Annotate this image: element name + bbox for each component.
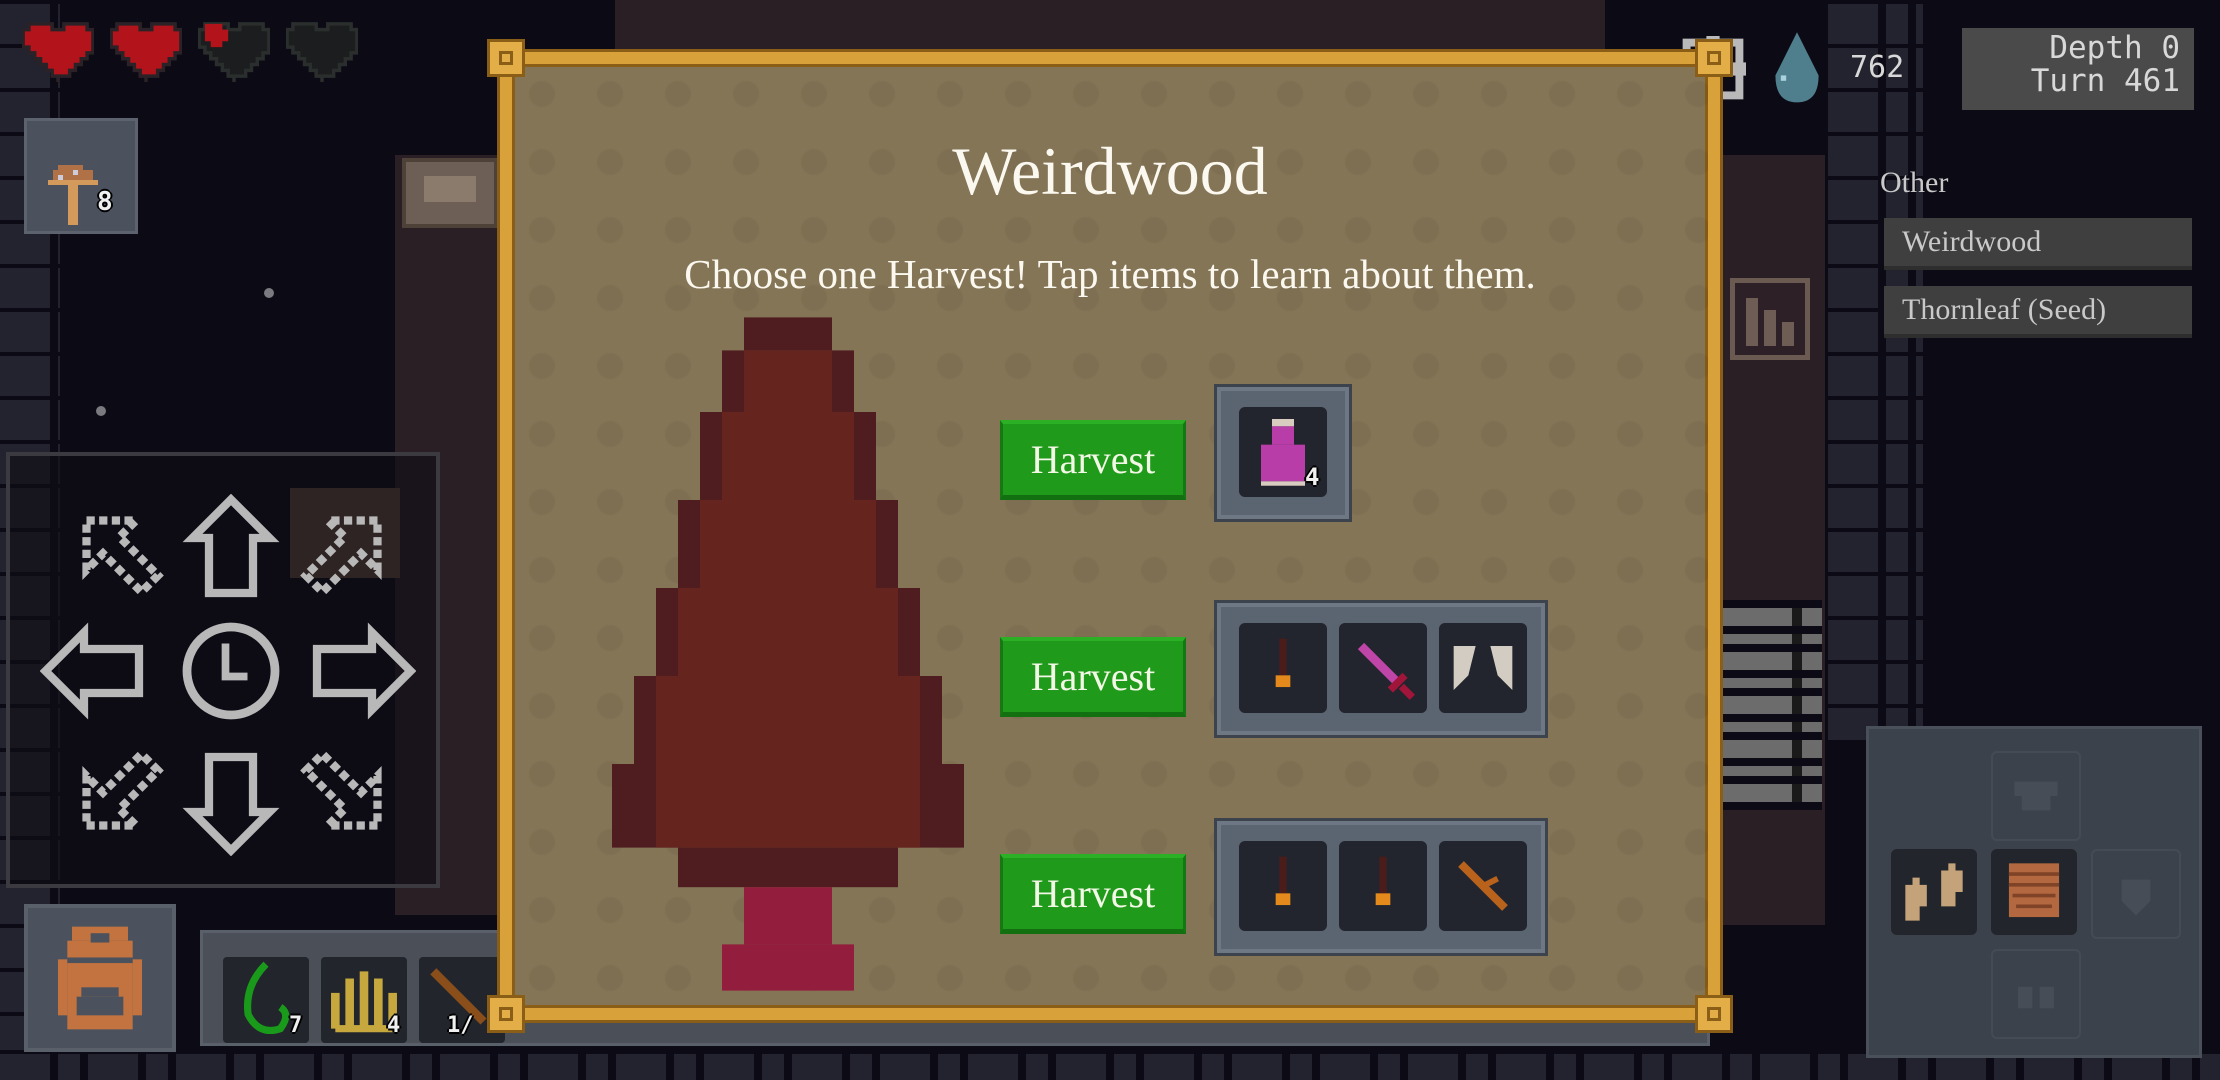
move-up-right-button[interactable] xyxy=(284,504,394,614)
helmet-icon xyxy=(2014,781,2058,811)
dungeon-wall-right xyxy=(1828,0,1923,740)
move-down-button[interactable] xyxy=(176,746,286,857)
dialog-subtitle: Choose one Harvest! Tap items to learn a… xyxy=(684,251,1536,297)
sidebar-item-weirdwood[interactable]: Weirdwood xyxy=(1884,218,2192,266)
arrow-up-right-icon xyxy=(300,516,382,598)
harvest-button-1[interactable]: Harvest xyxy=(1000,420,1186,500)
clock-icon xyxy=(182,622,280,720)
mana-drop-icon xyxy=(1775,32,1819,103)
arrow-up-left-icon xyxy=(82,516,164,598)
move-down-right-button[interactable] xyxy=(284,732,394,842)
arrow-right-icon xyxy=(312,622,417,720)
harvest-option-3-rewards xyxy=(1214,818,1548,956)
quickbar-slot-2[interactable]: 4 xyxy=(321,957,407,1043)
shield-icon xyxy=(2121,879,2151,916)
arrow-left-icon xyxy=(39,622,144,720)
floor-top xyxy=(615,0,1605,55)
arrow-down-right-icon xyxy=(300,748,382,830)
floor-pebble xyxy=(96,406,106,416)
frame-corner xyxy=(1695,39,1733,77)
quick-item-count: 8 xyxy=(97,187,113,217)
quickbar-count-2: 4 xyxy=(387,1013,401,1038)
move-up-button[interactable] xyxy=(176,493,286,604)
harvest-button-2[interactable]: Harvest xyxy=(1000,637,1186,717)
leather-armor-icon xyxy=(2008,863,2060,918)
heart-full-icon xyxy=(21,18,95,82)
frame-corner xyxy=(487,39,525,77)
quick-item-slot[interactable]: 8 xyxy=(24,118,138,234)
pink-sword-icon xyxy=(1357,642,1415,700)
depth-turn-panel: Depth 0 Turn 461 xyxy=(1962,28,2194,110)
direction-pad xyxy=(6,452,440,888)
reward-item[interactable] xyxy=(1339,623,1427,713)
heart-partial-icon xyxy=(197,18,271,82)
hands-icon xyxy=(1905,863,1963,921)
frame-corner xyxy=(1695,995,1733,1033)
equip-slot-hands[interactable] xyxy=(1891,849,1977,935)
mana-counter: 762 xyxy=(1850,50,1905,85)
heart-empty-icon xyxy=(285,18,359,82)
quickbar-slot-1[interactable]: 7 xyxy=(223,957,309,1043)
depth-label: Depth 0 xyxy=(2049,30,2180,66)
harvest-option-2-rewards xyxy=(1214,600,1548,738)
reward-count: 4 xyxy=(1305,463,1320,491)
stats-button[interactable] xyxy=(1730,278,1810,360)
wooden-sign-icon[interactable] xyxy=(402,158,498,228)
lit-wall-right xyxy=(1722,600,1822,810)
reward-item[interactable] xyxy=(1239,841,1327,931)
heart-full-icon xyxy=(109,18,183,82)
harvest-option-1-rewards: 4 xyxy=(1214,384,1352,522)
dialog-title: Weirdwood xyxy=(952,133,1268,209)
harvest-button-3[interactable]: Harvest xyxy=(1000,854,1186,934)
torch-icon xyxy=(1275,638,1291,688)
arrow-down-icon xyxy=(182,752,280,857)
wait-button[interactable] xyxy=(176,616,286,726)
equip-slot-offhand[interactable] xyxy=(2091,849,2181,939)
sidebar-section-label: Other xyxy=(1880,166,1949,199)
move-down-left-button[interactable] xyxy=(70,732,180,842)
mushroom-icon xyxy=(48,165,98,225)
arrow-up-icon xyxy=(182,493,280,598)
sidebar-item-thornleaf-seed[interactable]: Thornleaf (Seed) xyxy=(1884,286,2192,334)
quickbar-count-3: 1/ xyxy=(447,1013,474,1038)
equip-slot-feet[interactable] xyxy=(1991,949,2081,1039)
backpack-icon xyxy=(58,926,142,1030)
wings-icon xyxy=(1453,646,1513,690)
wooden-stick-icon xyxy=(1458,861,1508,911)
reward-item[interactable] xyxy=(1439,841,1527,931)
harvest-dialog: Weirdwood Choose one Harvest! Tap items … xyxy=(487,39,1733,1033)
bar-chart-icon xyxy=(1746,298,1794,346)
floor-pebble xyxy=(264,288,274,298)
frame-corner xyxy=(487,995,525,1033)
turn-label: Turn 461 xyxy=(2030,63,2180,99)
quickbar-count-1: 7 xyxy=(289,1013,303,1038)
move-up-left-button[interactable] xyxy=(70,504,180,614)
reward-item[interactable] xyxy=(1439,623,1527,713)
reward-item[interactable] xyxy=(1339,841,1427,931)
torch-icon xyxy=(1275,856,1291,906)
torch-icon xyxy=(1375,856,1391,906)
move-right-button[interactable] xyxy=(306,616,417,726)
reward-item[interactable] xyxy=(1239,623,1327,713)
boots-icon xyxy=(2018,986,2054,1009)
move-left-button[interactable] xyxy=(39,616,150,726)
equip-slot-body[interactable] xyxy=(1991,849,2077,935)
backpack-button[interactable] xyxy=(24,904,176,1052)
reward-item[interactable]: 4 xyxy=(1239,407,1327,497)
equip-slot-head[interactable] xyxy=(1991,751,2081,841)
weirdwood-tree-icon xyxy=(612,317,964,991)
arrow-down-left-icon xyxy=(82,748,164,830)
equipment-panel xyxy=(1866,726,2202,1058)
